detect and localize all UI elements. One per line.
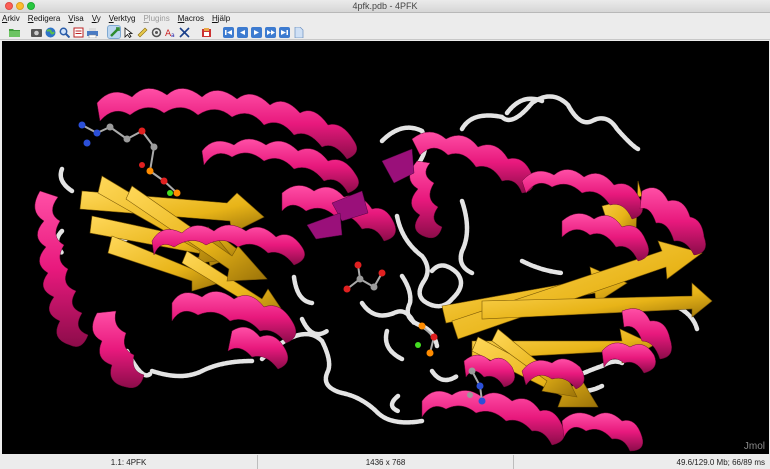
next-frame-icon[interactable]: [264, 26, 276, 38]
spin-icon[interactable]: [150, 26, 162, 38]
play-icon[interactable]: [250, 26, 262, 38]
prev-frame-icon[interactable]: [236, 26, 248, 38]
globe-icon[interactable]: [44, 26, 56, 38]
protein-cartoon[interactable]: [2, 41, 769, 454]
menu-vy[interactable]: Vy: [92, 13, 101, 25]
menu-arkiv[interactable]: Arkiv: [2, 13, 20, 25]
magnifier-icon[interactable]: [58, 26, 70, 38]
font-icon[interactable]: Aa: [164, 26, 176, 38]
last-frame-icon[interactable]: [278, 26, 290, 38]
menu-macros[interactable]: Macros: [178, 13, 204, 25]
clipboard-icon[interactable]: [200, 26, 212, 38]
molecule-viewer[interactable]: Jmol: [2, 41, 769, 454]
first-frame-icon[interactable]: [222, 26, 234, 38]
status-model: 1.1: 4PFK: [0, 455, 258, 469]
crosshair-icon[interactable]: [178, 26, 190, 38]
status-memory: 49.6/129.0 Mb; 66/89 ms: [676, 457, 766, 467]
document-icon[interactable]: [292, 26, 304, 38]
beta-sheets: [79, 175, 713, 408]
svg-text:a: a: [171, 32, 175, 38]
menu-bar: Arkiv Redigera Visa Vy Verktyg Plugins M…: [0, 13, 770, 25]
menu-redigera[interactable]: Redigera: [28, 13, 60, 25]
script-icon[interactable]: [72, 26, 84, 38]
window-title: 4pfk.pdb - 4PFK: [352, 1, 418, 11]
open-folder-icon[interactable]: [8, 26, 20, 38]
ruler-icon[interactable]: [136, 26, 148, 38]
cursor-icon[interactable]: [122, 26, 134, 38]
print-icon[interactable]: [86, 26, 98, 38]
toolbar: Aa: [0, 25, 770, 40]
camera-icon[interactable]: [30, 26, 42, 38]
menu-plugins: Plugins: [143, 14, 170, 23]
ligand-adp-left: [78, 121, 181, 197]
status-bar: 1.1: 4PFK 1436 x 768 49.6/129.0 Mb; 66/8…: [0, 455, 770, 469]
menu-visa[interactable]: Visa: [68, 13, 83, 25]
ligand-center: [343, 261, 386, 293]
menu-hjalp[interactable]: Hjälp: [212, 13, 230, 25]
jmol-watermark: Jmol: [743, 441, 765, 452]
menu-verktyg[interactable]: Verktyg: [109, 13, 136, 25]
rotate-icon[interactable]: [107, 25, 121, 39]
title-bar: 4pfk.pdb - 4PFK: [0, 0, 770, 13]
status-size: 1436 x 768: [258, 455, 514, 469]
